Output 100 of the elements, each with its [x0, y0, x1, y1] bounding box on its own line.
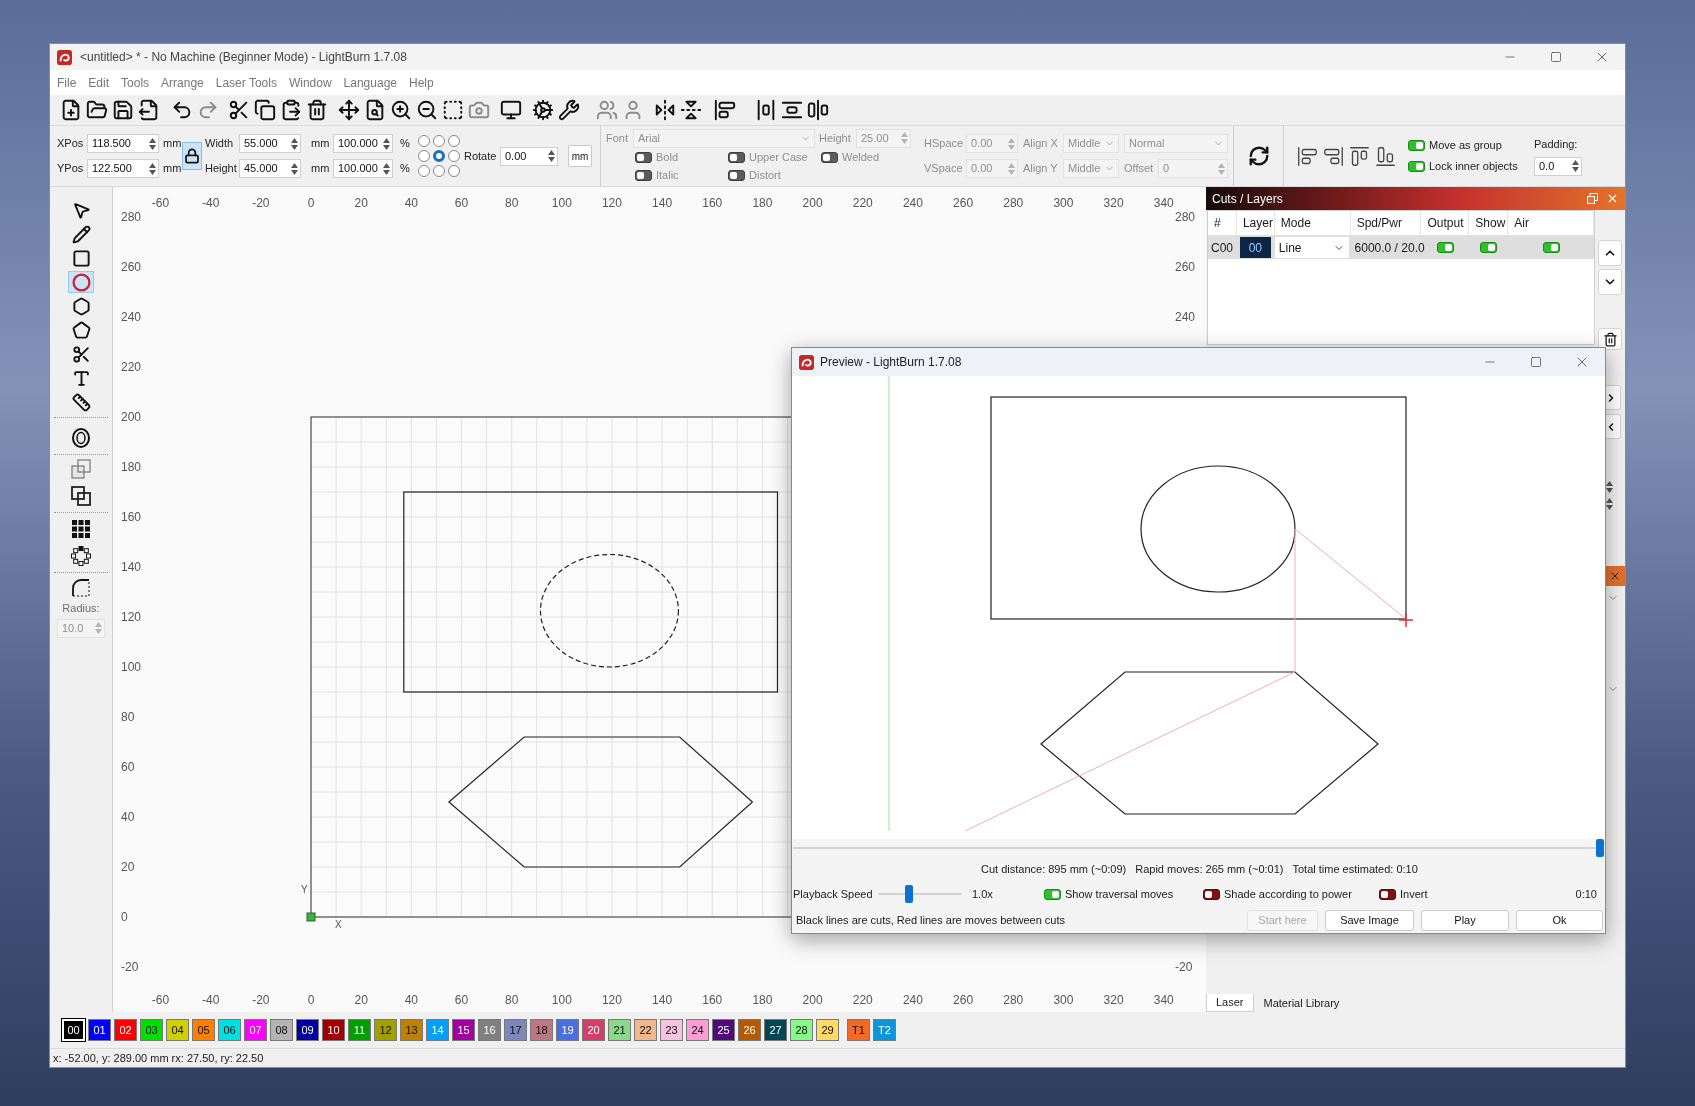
layer-color-button[interactable]: 28: [790, 1019, 813, 1041]
overlapping-squares-icon[interactable]: [71, 486, 91, 506]
anchor-radio[interactable]: [418, 135, 430, 147]
dialog-button[interactable]: Play: [1421, 909, 1509, 931]
center-align-icon[interactable]: [807, 99, 829, 121]
layer-color-button[interactable]: 08: [270, 1019, 293, 1041]
layer-color-button[interactable]: 25: [712, 1019, 735, 1041]
spinner-arrows-icon[interactable]: [1606, 481, 1613, 493]
rounded-corner-icon[interactable]: [72, 579, 90, 597]
column-header[interactable]: Layer: [1236, 211, 1275, 235]
lock-button[interactable]: [182, 142, 202, 170]
move-up-button[interactable]: [1598, 240, 1622, 266]
spinner-arrows-icon[interactable]: [1606, 498, 1613, 510]
menu-item[interactable]: File: [57, 73, 77, 92]
layer-color-button[interactable]: 20: [582, 1019, 605, 1041]
column-header[interactable]: Output: [1421, 211, 1470, 235]
layer-color-button[interactable]: 15: [452, 1019, 475, 1041]
tab[interactable]: Material Library: [1253, 994, 1350, 1012]
align-bottom-icon[interactable]: [1375, 145, 1396, 167]
settings-icon[interactable]: [532, 99, 554, 121]
toggle-switch[interactable]: [1408, 161, 1425, 172]
monitor-icon[interactable]: [500, 99, 522, 121]
menu-item[interactable]: Help: [409, 73, 434, 92]
layer-color-button[interactable]: 02: [114, 1019, 137, 1041]
column-header[interactable]: Mode: [1274, 211, 1351, 235]
layer-color-button[interactable]: 04: [166, 1019, 189, 1041]
align-top-icon[interactable]: [1349, 145, 1370, 167]
toggle-switch[interactable]: [1542, 242, 1560, 253]
file-arrow-icon[interactable]: [138, 99, 160, 121]
layer-color-button[interactable]: T1: [847, 1019, 870, 1041]
number-field[interactable]: 100.000: [333, 134, 393, 153]
menu-item[interactable]: Arrange: [161, 73, 204, 92]
layer-color-button[interactable]: 22: [634, 1019, 657, 1041]
distribute-horizontal-icon[interactable]: [755, 99, 777, 121]
page-magnifier-icon[interactable]: [364, 99, 386, 121]
tab[interactable]: Laser: [1206, 994, 1254, 1012]
column-header[interactable]: Spd/Pwr: [1350, 211, 1422, 235]
align-right-icon[interactable]: [1323, 145, 1344, 167]
layer-color-button[interactable]: 19: [556, 1019, 579, 1041]
mode-dropdown[interactable]: Line: [1274, 237, 1349, 258]
anchor-radio[interactable]: [418, 165, 430, 177]
flip-vertical-icon[interactable]: [680, 99, 702, 121]
layer-color-button[interactable]: 13: [400, 1019, 423, 1041]
layer-color-button[interactable]: 21: [608, 1019, 631, 1041]
layer-color-button[interactable]: 03: [140, 1019, 163, 1041]
layer-color-cell[interactable]: 00: [1239, 237, 1271, 258]
delete-button[interactable]: [1598, 328, 1622, 350]
number-field[interactable]: 100.000: [333, 159, 393, 178]
toggle-switch[interactable]: [1379, 888, 1396, 900]
move-down-button[interactable]: [1598, 269, 1622, 295]
layer-color-button[interactable]: 16: [478, 1019, 501, 1041]
save-icon[interactable]: [112, 99, 134, 121]
dialog-button[interactable]: Ok: [1516, 909, 1603, 931]
distribute-vertical-icon[interactable]: [781, 99, 803, 121]
zoom-out-icon[interactable]: [416, 99, 438, 121]
rectangle-shape[interactable]: [403, 491, 779, 693]
anchor-radio[interactable]: [433, 135, 445, 147]
circle-of-squares-icon[interactable]: [71, 546, 91, 566]
grid-squares-icon[interactable]: [72, 520, 90, 538]
move-arrows-icon[interactable]: [338, 99, 360, 121]
layer-color-button[interactable]: 05: [192, 1019, 215, 1041]
anchor-radio[interactable]: [448, 165, 460, 177]
dashed-square-icon[interactable]: [442, 99, 464, 121]
spinner-arrows-icon[interactable]: [383, 137, 390, 150]
clipboard-icon[interactable]: [280, 99, 302, 121]
slider-thumb[interactable]: [905, 885, 914, 903]
toggle-switch[interactable]: [1203, 888, 1220, 900]
column-header[interactable]: Air: [1508, 211, 1594, 235]
layer-color-button[interactable]: 10: [322, 1019, 345, 1041]
number-field[interactable]: 0.0: [1534, 156, 1582, 176]
layer-color-button[interactable]: 01: [88, 1019, 111, 1041]
align-bars-icon[interactable]: [714, 99, 736, 121]
spinner-arrows-icon[interactable]: [291, 162, 298, 175]
trash-icon[interactable]: [306, 99, 328, 121]
number-field[interactable]: 122.500: [87, 159, 159, 178]
undo-icon[interactable]: [171, 99, 193, 121]
flip-horizontal-icon[interactable]: [654, 99, 676, 121]
close-button[interactable]: [1605, 566, 1625, 586]
layer-color-button[interactable]: 24: [686, 1019, 709, 1041]
float-window-icon[interactable]: [1587, 193, 1598, 204]
layer-color-button[interactable]: 06: [218, 1019, 241, 1041]
slider-thumb[interactable]: [1596, 839, 1604, 857]
menu-item[interactable]: Tools: [121, 73, 150, 92]
layer-color-button[interactable]: 12: [374, 1019, 397, 1041]
column-header[interactable]: Show: [1469, 211, 1509, 235]
spinner-arrows-icon[interactable]: [291, 137, 298, 150]
unit-button[interactable]: mm: [568, 145, 592, 167]
table-row[interactable]: C00 00 Line 6000.0 / 20.0: [1208, 236, 1594, 259]
anchor-radio[interactable]: [433, 165, 445, 177]
layer-color-button[interactable]: 23: [660, 1019, 683, 1041]
number-field[interactable]: 0.00: [500, 146, 558, 166]
circular-arrows-icon[interactable]: [1247, 145, 1270, 167]
anchor-radio[interactable]: [448, 150, 460, 162]
spinner-arrows-icon[interactable]: [149, 137, 156, 150]
layer-color-button[interactable]: 26: [738, 1019, 761, 1041]
menu-item[interactable]: Edit: [88, 73, 110, 92]
wrench-icon[interactable]: [558, 99, 580, 121]
align-left-icon[interactable]: [1297, 145, 1318, 167]
toggle-switch[interactable]: [1480, 242, 1498, 253]
scissors-icon[interactable]: [228, 99, 250, 121]
